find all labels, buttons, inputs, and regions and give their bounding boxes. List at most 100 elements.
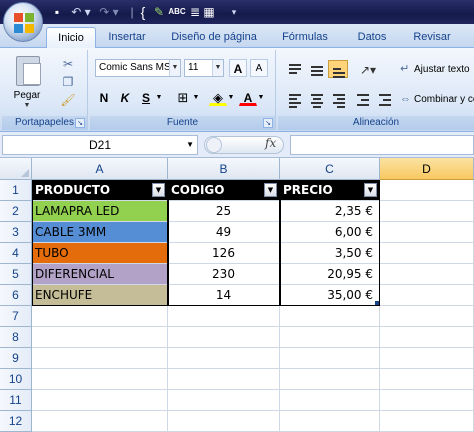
chevron-down-icon[interactable]: ▼ (191, 88, 201, 106)
shrink-font-button[interactable]: A (250, 59, 268, 77)
row-header-4[interactable]: 4 (0, 243, 32, 264)
grid-cell[interactable] (280, 411, 380, 432)
table-cell-codigo[interactable]: 126 (168, 243, 280, 264)
row-header-2[interactable]: 2 (0, 201, 32, 222)
align-bottom-icon[interactable] (328, 60, 348, 78)
row-header-7[interactable]: 7 (0, 306, 32, 327)
row-header-3[interactable]: 3 (0, 222, 32, 243)
insert-function-icon[interactable]: fx (265, 136, 276, 150)
grid-cell[interactable] (280, 390, 380, 411)
underline-button[interactable]: S (137, 88, 155, 106)
dialog-launcher-icon[interactable]: ↘ (75, 118, 85, 128)
table-cell-producto[interactable]: ENCHUFE (32, 285, 168, 306)
column-header-a[interactable]: A (32, 158, 168, 180)
sort-icon[interactable]: ≣ (188, 4, 202, 20)
grid-cell[interactable] (168, 390, 280, 411)
grid-cell[interactable] (380, 285, 474, 306)
copy-icon[interactable]: ❐ (60, 74, 76, 90)
table-cell-codigo[interactable]: 230 (168, 264, 280, 285)
print-preview-icon[interactable]: ▦ (202, 4, 216, 20)
table-cell-producto[interactable]: DIFERENCIAL (32, 264, 168, 285)
table-header-cell[interactable]: PRODUCTO ▼ (32, 180, 168, 201)
grid-cell[interactable] (380, 411, 474, 432)
font-name-select[interactable]: Comic Sans MS ▼ (95, 59, 181, 77)
table-cell-codigo[interactable]: 49 (168, 222, 280, 243)
row-header-10[interactable]: 10 (0, 369, 32, 390)
grid-cell[interactable] (32, 369, 168, 390)
tab-insertar[interactable]: Insertar (104, 27, 150, 48)
row-header-1[interactable]: 1 (0, 180, 32, 201)
bold-button[interactable]: N (95, 88, 113, 106)
column-header-c[interactable]: C (280, 158, 380, 180)
grid-cell[interactable] (280, 327, 380, 348)
grid-cell[interactable] (380, 201, 474, 222)
grid-cell[interactable] (168, 411, 280, 432)
tab-inicio[interactable]: Inicio (46, 27, 96, 48)
table-cell-precio[interactable]: 35,00 € (280, 285, 380, 306)
paste-button[interactable]: Pegar ▼ (8, 54, 46, 112)
table-cell-precio[interactable]: 20,95 € (280, 264, 380, 285)
align-center-icon[interactable] (306, 90, 326, 108)
grid-cell[interactable] (168, 348, 280, 369)
table-cell-producto[interactable]: CABLE 3MM (32, 222, 168, 243)
name-box[interactable]: D21 ▼ (2, 135, 198, 155)
tab-datos[interactable]: Datos (352, 27, 392, 48)
formula-input[interactable] (290, 135, 474, 155)
table-header-cell[interactable]: CODIGO ▼ (168, 180, 280, 201)
select-all-corner[interactable] (0, 158, 32, 180)
grid-cell[interactable] (380, 180, 474, 201)
filter-dropdown-icon[interactable]: ▼ (152, 183, 165, 197)
table-cell-producto[interactable]: LAMAPRA LED (32, 201, 168, 222)
filter-dropdown-icon[interactable]: ▼ (264, 183, 277, 197)
chevron-down-icon[interactable]: ▼ (186, 136, 194, 154)
undo-button[interactable]: ↶ ▾ (68, 4, 94, 20)
table-cell-precio[interactable]: 2,35 € (280, 201, 380, 222)
grid-cell[interactable] (32, 306, 168, 327)
grid-cell[interactable] (32, 411, 168, 432)
table-cell-precio[interactable]: 3,50 € (280, 243, 380, 264)
grid-cell[interactable] (380, 306, 474, 327)
wrap-text-button[interactable]: ↵ Ajustar texto (400, 60, 474, 78)
align-left-icon[interactable] (284, 90, 304, 108)
grid-cell[interactable] (168, 306, 280, 327)
grid-cell[interactable] (380, 348, 474, 369)
grid-cell[interactable] (32, 348, 168, 369)
borders-icon[interactable]: ⊞ (174, 88, 192, 106)
table-header-cell[interactable]: PRECIO ▼ (280, 180, 380, 201)
customize-toolbar-icon[interactable]: ▾ (228, 4, 240, 20)
grid-cell[interactable] (380, 264, 474, 285)
brace-icon[interactable]: { (138, 4, 148, 20)
grid-cell[interactable] (280, 369, 380, 390)
chevron-down-icon[interactable]: ▼ (256, 88, 266, 106)
tab-formulas[interactable]: Fórmulas (280, 27, 330, 48)
grid-cell[interactable] (32, 327, 168, 348)
merge-center-button[interactable]: ⇔Combinar y centrar (400, 90, 474, 108)
grid-cell[interactable] (32, 390, 168, 411)
row-header-12[interactable]: 12 (0, 411, 32, 432)
dialog-launcher-icon[interactable]: ↘ (263, 118, 273, 128)
grid-cell[interactable] (380, 327, 474, 348)
decrease-indent-icon[interactable] (352, 90, 372, 108)
row-header-8[interactable]: 8 (0, 327, 32, 348)
spelling-icon[interactable]: ABC (168, 4, 186, 20)
grid-cell[interactable] (168, 369, 280, 390)
grid-cell[interactable] (380, 390, 474, 411)
save-icon[interactable]: ▪ (50, 4, 64, 20)
tab-revisar[interactable]: Revisar (410, 27, 454, 48)
chevron-down-icon[interactable]: ▼ (154, 88, 164, 106)
increase-indent-icon[interactable] (374, 90, 394, 108)
chevron-down-icon[interactable]: ▼ (226, 88, 236, 106)
align-top-icon[interactable] (284, 60, 304, 78)
row-header-5[interactable]: 5 (0, 264, 32, 285)
grid-cell[interactable] (280, 306, 380, 327)
orientation-icon[interactable]: ↗▾ (358, 60, 378, 78)
splitter-handle-icon[interactable] (206, 137, 222, 153)
grid-cell[interactable] (280, 348, 380, 369)
table-cell-codigo[interactable]: 25 (168, 201, 280, 222)
font-size-select[interactable]: 11 ▼ (184, 59, 224, 77)
fill-color-icon[interactable]: ◈ (209, 88, 227, 106)
column-header-d[interactable]: D (380, 158, 474, 180)
redo-button[interactable]: ↷ ▾ (96, 4, 122, 20)
italic-button[interactable]: K (116, 88, 134, 106)
table-resize-handle[interactable] (375, 301, 379, 305)
